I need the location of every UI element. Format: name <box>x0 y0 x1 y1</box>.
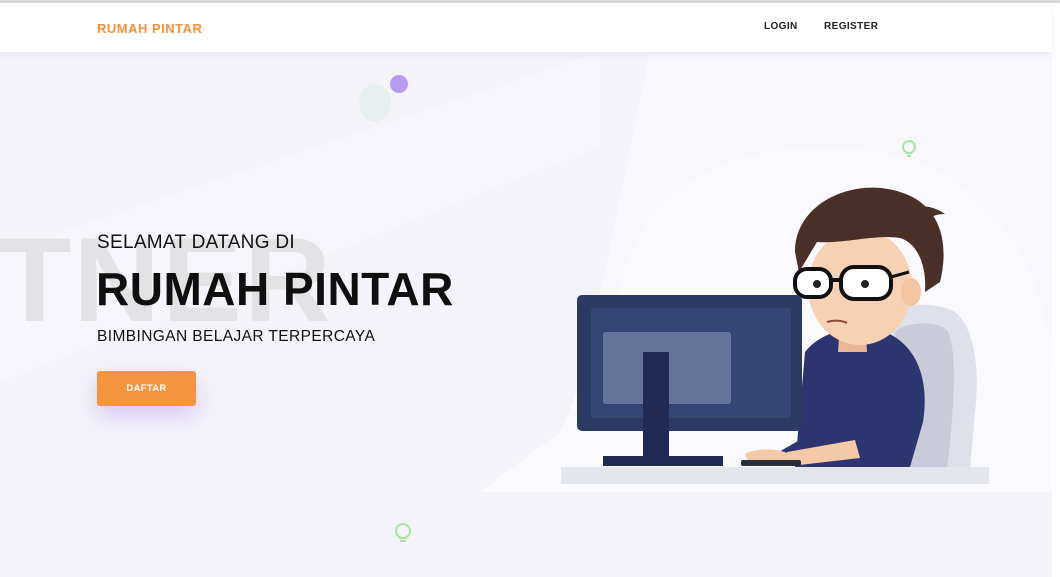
brand-logo[interactable]: RUMAH PINTAR <box>97 21 202 36</box>
welcome-text: SELAMAT DATANG DI <box>97 232 295 253</box>
lightbulb-icon <box>395 523 411 542</box>
navbar: RUMAH PINTAR LOGIN REGISTER <box>0 3 1052 52</box>
hero-tagline: BIMBINGAN BELAJAR TERPERCAYA <box>97 328 376 345</box>
daftar-button[interactable]: DAFTAR <box>97 371 196 406</box>
login-link[interactable]: LOGIN <box>764 21 798 32</box>
hero-title: RUMAH PINTAR <box>96 263 454 315</box>
circle-decoration <box>359 75 408 122</box>
student-at-computer-illustration <box>561 187 989 484</box>
hero-section: TNER SELAMAT DATANG DI RUMAH PINTAR BIMB… <box>0 52 1052 577</box>
register-link[interactable]: REGISTER <box>824 21 878 32</box>
lightbulb-icon <box>902 140 916 157</box>
